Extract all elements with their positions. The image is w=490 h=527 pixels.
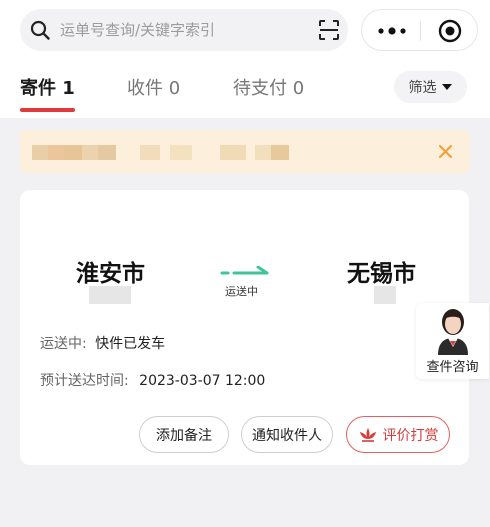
blurred-text <box>64 145 82 160</box>
origin-city: 淮安市 <box>76 261 145 287</box>
destination-city: 无锡市 <box>347 261 416 287</box>
tab-pending-payment[interactable]: 待支付 0 <box>233 74 304 100</box>
status-value: 快件已发车 <box>95 336 166 352</box>
blurred-text <box>82 145 98 160</box>
blurred-text <box>32 145 48 160</box>
reward-button[interactable]: 评价打赏 <box>346 416 450 453</box>
blurred-text <box>170 145 192 160</box>
miniapp-capsule <box>361 9 478 51</box>
close-icon[interactable] <box>438 144 453 159</box>
more-dots-icon[interactable] <box>376 23 408 39</box>
tab-sent[interactable]: 寄件 1 <box>20 74 75 100</box>
tracking-consult-widget[interactable]: 查件咨询 <box>416 303 489 379</box>
blurred-text <box>255 145 271 160</box>
search-icon <box>30 20 50 40</box>
consult-label: 查件咨询 <box>426 360 479 375</box>
blurred-text <box>48 145 64 160</box>
notify-receiver-button[interactable]: 通知收件人 <box>241 416 333 453</box>
agent-avatar-icon <box>438 309 468 355</box>
top-bar: 寄件 1 收件 0 待支付 0 筛选 <box>0 0 490 118</box>
add-note-button[interactable]: 添加备注 <box>139 416 229 453</box>
blurred-origin-detail <box>89 286 131 304</box>
filter-button[interactable]: 筛选 <box>394 71 467 103</box>
triangle-down-icon <box>441 84 452 90</box>
transit-arrow-icon <box>220 266 269 275</box>
blurred-text <box>98 145 116 160</box>
blurred-text <box>271 145 289 160</box>
notify-receiver-label: 通知收件人 <box>252 427 322 444</box>
eta-value: 2023-03-07 12:00 <box>139 373 266 389</box>
add-note-label: 添加备注 <box>156 427 212 444</box>
reward-label: 评价打赏 <box>382 427 439 444</box>
capsule-divider <box>420 21 421 41</box>
tab-received[interactable]: 收件 0 <box>127 74 180 100</box>
status-key: 运送中: <box>40 336 87 352</box>
blurred-text <box>220 145 246 160</box>
blurred-destination-detail <box>374 286 396 304</box>
search-input[interactable] <box>60 17 300 43</box>
active-tab-indicator <box>20 108 75 112</box>
lotus-icon <box>359 427 376 442</box>
filter-label: 筛选 <box>408 80 437 96</box>
eta-key: 预计送达时间: <box>40 373 129 389</box>
eta-row: 预计送达时间: 2023-03-07 12:00 <box>40 370 265 390</box>
status-row: 运送中: 快件已发车 <box>40 333 165 353</box>
blurred-text <box>140 145 160 160</box>
notice-banner <box>20 130 470 173</box>
target-circle-icon[interactable] <box>438 19 462 43</box>
search-bar[interactable] <box>20 9 348 51</box>
transit-status-label: 运送中 <box>225 285 258 298</box>
shipment-card[interactable]: 淮安市 运送中 无锡市 运送中: 快件已发车 预计送达时间: 2023-03-0… <box>20 190 469 465</box>
scan-icon[interactable] <box>318 19 340 41</box>
